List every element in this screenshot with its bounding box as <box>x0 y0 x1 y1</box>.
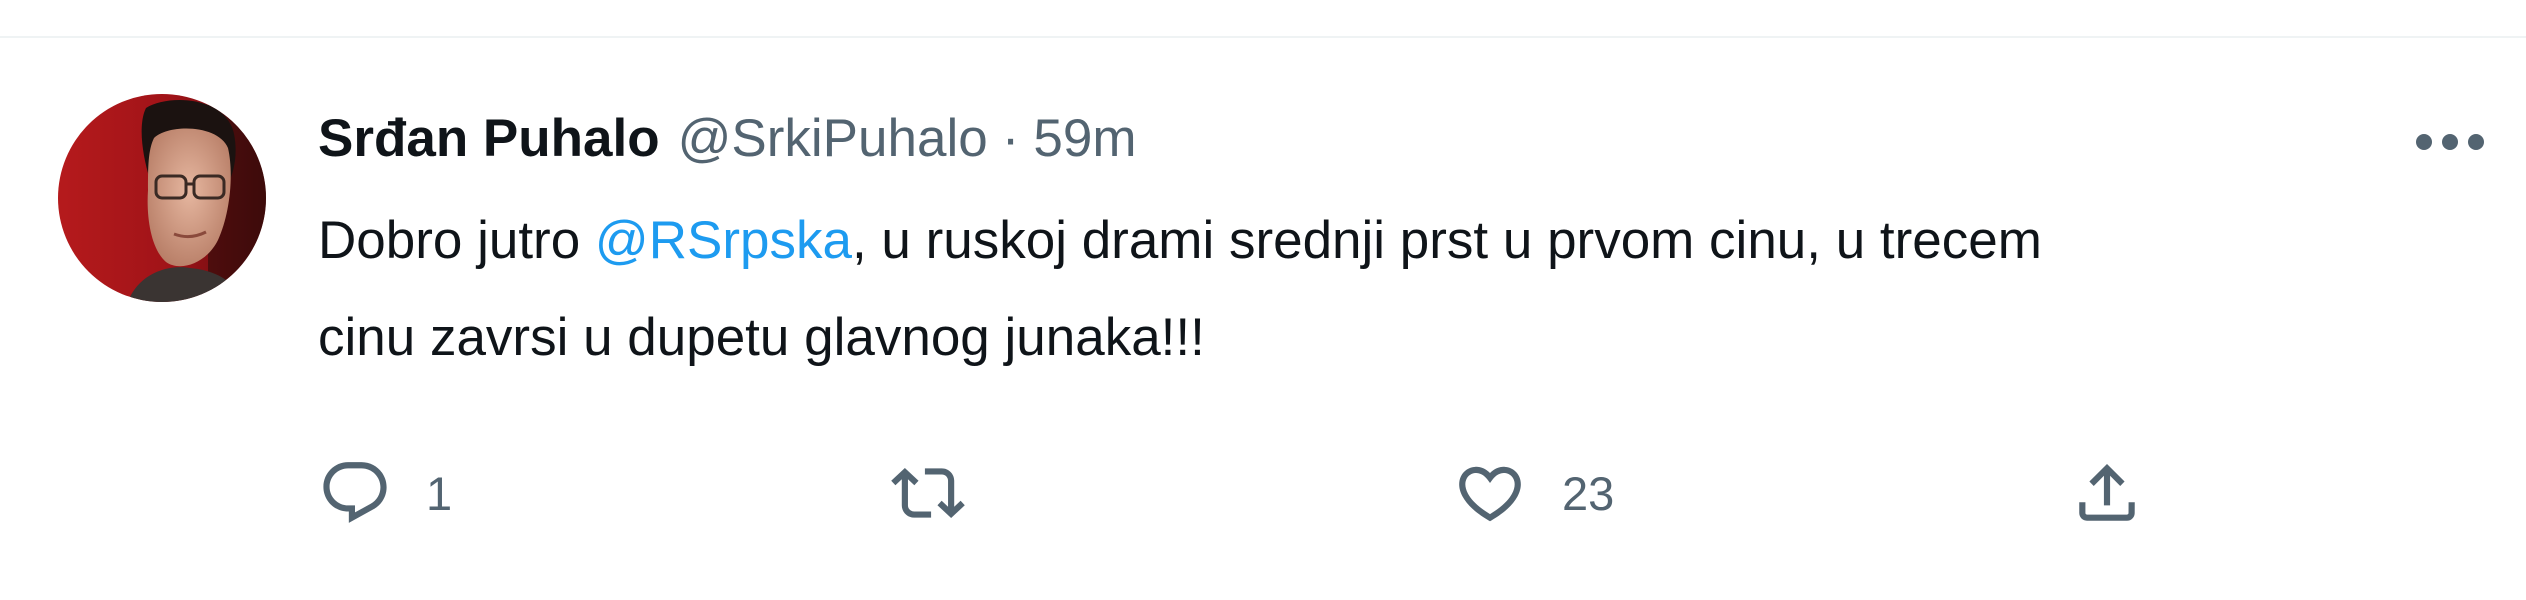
tweet-timestamp[interactable]: 59m <box>1033 104 1136 174</box>
tweet-text: Dobro jutro @RSrpska, u ruskoj drami sre… <box>318 192 2468 386</box>
reply-button[interactable]: 1 <box>318 450 452 536</box>
tweet-text-part-2: , u ruskoj drami srednji prst u prvom ci… <box>851 211 2042 270</box>
avatar[interactable] <box>58 94 266 302</box>
like-button[interactable]: 23 <box>1452 450 1614 536</box>
share-button[interactable] <box>2070 450 2144 536</box>
separator-dot: · <box>1001 109 1020 168</box>
mention-link[interactable]: @RSrpska <box>595 211 852 270</box>
tweet-text-part-1: Dobro jutro <box>318 211 595 270</box>
author-display-name[interactable]: Srđan Puhalo <box>318 104 660 174</box>
reply-icon <box>323 462 387 523</box>
more-options-button[interactable] <box>2410 114 2490 170</box>
tweet-text-line-2: cinu zavrsi u dupetu glavnog junaka!!! <box>318 308 1205 367</box>
reply-count: 1 <box>426 466 453 520</box>
more-horizontal-icon <box>2416 134 2484 150</box>
avatar-image <box>58 94 266 302</box>
tweet-text-line-1: Dobro jutro @RSrpska, u ruskoj drami sre… <box>318 192 2468 289</box>
like-count: 23 <box>1562 466 1615 520</box>
author-handle[interactable]: @SrkiPuhalo <box>678 104 988 174</box>
tweet-header: Srđan Puhalo @SrkiPuhalo · 59m <box>318 104 1136 174</box>
share-icon <box>2079 463 2135 521</box>
retweet-button[interactable] <box>888 450 1002 536</box>
retweet-icon <box>891 467 965 519</box>
heart-icon <box>1459 466 1521 522</box>
tweet-card[interactable]: Srđan Puhalo @SrkiPuhalo · 59m Dobro jut… <box>0 38 2526 600</box>
